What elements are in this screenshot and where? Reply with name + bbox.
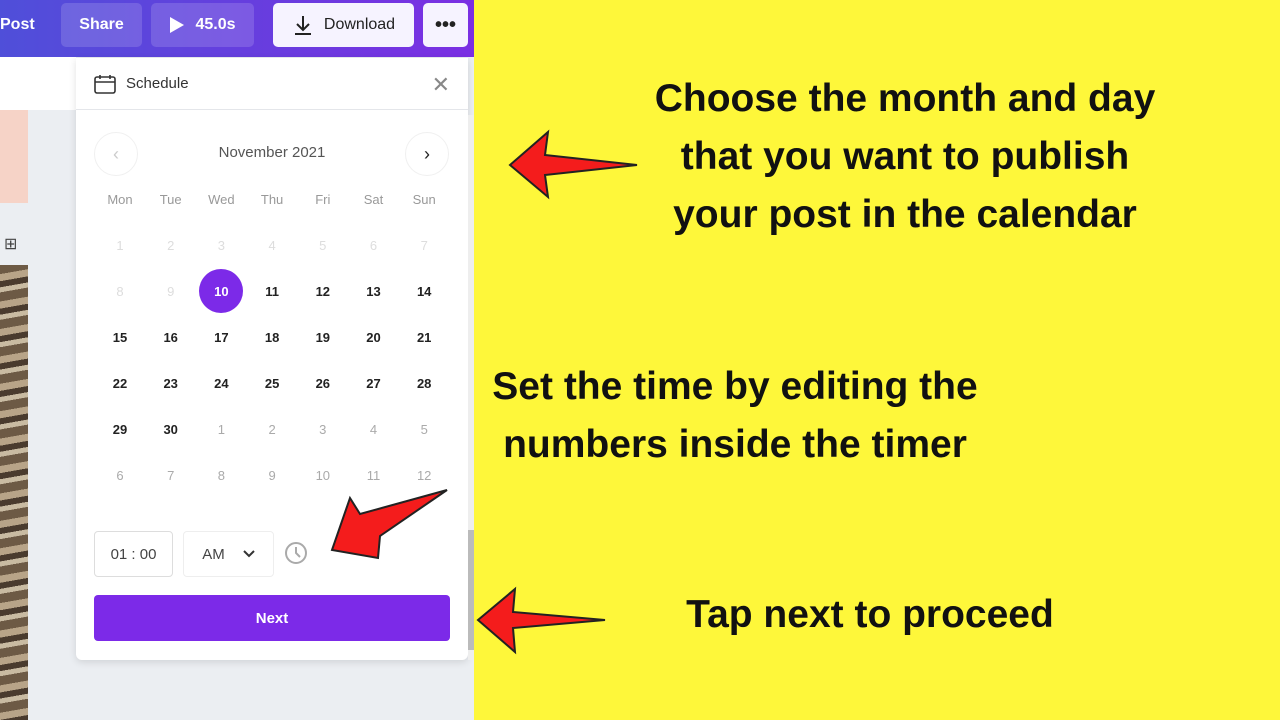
weekday-header: Tue <box>159 191 182 207</box>
calendar-day: 9 <box>167 283 175 299</box>
calendar-icon <box>94 74 116 94</box>
calendar-day[interactable]: 26 <box>301 361 345 405</box>
calendar-day[interactable]: 11 <box>352 453 396 497</box>
close-icon[interactable]: ✕ <box>432 72 450 98</box>
calendar-day[interactable]: 27 <box>352 361 396 405</box>
page-thumbnail[interactable] <box>0 110 28 203</box>
share-button[interactable]: Share <box>61 3 142 47</box>
calendar-day[interactable]: 7 <box>149 453 193 497</box>
calendar-day: 8 <box>116 283 124 299</box>
weekday-header: Sun <box>412 191 436 207</box>
top-toolbar: Post Share 45.0s Download ••• <box>0 0 474 57</box>
weekday-header: Thu <box>260 191 284 207</box>
calendar-day: 6 <box>369 237 378 253</box>
more-options-button[interactable]: ••• <box>423 3 468 47</box>
weekday-header: Mon <box>107 191 133 207</box>
calendar-day[interactable]: 30 <box>149 407 193 451</box>
calendar-day: 3 <box>217 237 225 253</box>
chevron-down-icon <box>243 550 255 558</box>
post-button[interactable]: Post <box>0 3 40 47</box>
play-duration: 45.0s <box>195 16 236 33</box>
calendar-day[interactable]: 21 <box>402 315 446 359</box>
calendar-day[interactable]: 6 <box>98 453 142 497</box>
clock-icon[interactable] <box>284 541 308 565</box>
play-icon <box>170 17 185 33</box>
calendar-day[interactable]: 1 <box>199 407 243 451</box>
annotation-timer: Set the time by editing the numbers insi… <box>492 365 978 466</box>
annotation-calendar: Choose the month and day that you want t… <box>654 77 1156 236</box>
calendar-day[interactable]: 14 <box>402 269 446 313</box>
canvas-photo <box>0 265 28 720</box>
calendar-day: 4 <box>268 237 276 253</box>
calendar-day-selected[interactable]: 10 <box>199 269 244 313</box>
calendar-day[interactable]: 20 <box>352 315 396 359</box>
add-page-icon[interactable]: ⊞ <box>4 234 17 254</box>
calendar-day: 1 <box>116 237 124 253</box>
calendar-day[interactable]: 13 <box>352 269 396 313</box>
ampm-select[interactable]: AM <box>183 531 274 577</box>
calendar-day[interactable]: 10 <box>301 453 345 497</box>
download-icon <box>294 16 311 35</box>
schedule-header: Schedule <box>76 58 468 110</box>
weekday-header: Fri <box>315 191 331 207</box>
calendar-day[interactable]: 9 <box>250 453 294 497</box>
calendar-day[interactable]: 25 <box>250 361 294 405</box>
calendar-day[interactable]: 12 <box>402 453 446 497</box>
calendar-day: 5 <box>319 237 327 253</box>
play-button[interactable]: 45.0s <box>151 3 254 47</box>
calendar-day[interactable]: 17 <box>199 315 243 359</box>
calendar-day[interactable]: 2 <box>250 407 294 451</box>
editor-header-strip <box>0 57 76 110</box>
calendar-day[interactable]: 8 <box>199 453 243 497</box>
calendar-day[interactable]: 12 <box>301 269 345 313</box>
next-month-button[interactable]: › <box>405 132 449 176</box>
calendar-day[interactable]: 23 <box>149 361 193 405</box>
calendar-day[interactable]: 24 <box>199 361 243 405</box>
schedule-title: Schedule <box>126 75 189 92</box>
calendar-day[interactable]: 5 <box>402 407 446 451</box>
ampm-value: AM <box>202 545 225 563</box>
calendar-day[interactable]: 19 <box>301 315 345 359</box>
calendar-day[interactable]: 28 <box>402 361 446 405</box>
calendar-day[interactable]: 4 <box>352 407 396 451</box>
calendar-day: 7 <box>420 237 428 253</box>
calendar-day: 2 <box>167 237 175 253</box>
calendar-day[interactable]: 22 <box>98 361 142 405</box>
weekday-header: Sat <box>363 191 384 207</box>
next-button[interactable]: Next <box>94 595 450 641</box>
calendar-day[interactable]: 15 <box>98 315 142 359</box>
annotation-next: Tap next to proceed <box>686 593 1054 636</box>
calendar-day[interactable]: 16 <box>149 315 193 359</box>
time-input[interactable]: 01 : 00 <box>94 531 173 577</box>
calendar-day[interactable]: 3 <box>301 407 345 451</box>
download-button[interactable]: Download <box>273 3 414 47</box>
calendar-day[interactable]: 29 <box>98 407 142 451</box>
calendar-day[interactable]: 18 <box>250 315 294 359</box>
calendar-day[interactable]: 11 <box>250 269 294 313</box>
schedule-popup: Schedule ✕ ‹ November 2021 › Mon Tue Wed Th… <box>76 58 468 660</box>
download-label: Download <box>323 16 396 33</box>
weekday-header: Wed <box>208 191 235 207</box>
